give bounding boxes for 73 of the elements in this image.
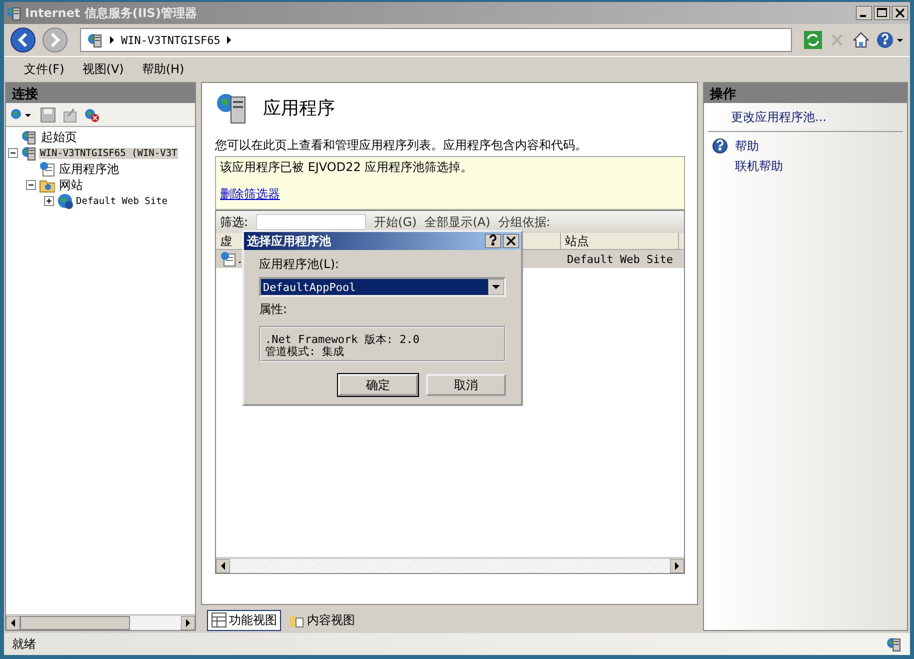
breadcrumb-item[interactable]: WIN-V3TNTGISF65: [121, 34, 220, 46]
server-globe-icon: [6, 5, 22, 21]
help-icon[interactable]: [876, 31, 904, 49]
dialog-title: 选择应用程序池: [247, 232, 331, 250]
property-text: .Net Framework 版本: 2.0: [265, 334, 420, 346]
chevron-icon: [226, 36, 232, 44]
minimize-button[interactable]: [856, 6, 872, 20]
collapse-icon[interactable]: [8, 148, 19, 158]
tree-item[interactable]: Default Web Site: [75, 196, 169, 206]
server-globe-icon: [886, 636, 902, 652]
scrollbar[interactable]: [216, 557, 684, 573]
tree-item[interactable]: 网站: [57, 176, 85, 194]
notice-text: 该应用程序已被 EJVOD22 应用程序池筛选掉。: [220, 159, 474, 176]
table-cell-text: Default Web Site: [566, 252, 673, 266]
panel-title: 操作: [704, 83, 907, 103]
panel-title: 连接: [6, 83, 195, 103]
save-icon[interactable]: [40, 106, 56, 122]
action-link[interactable]: 帮助: [735, 138, 759, 154]
page-title: 应用程序: [263, 97, 335, 120]
description-text: 您可以在此页上查看和管理应用程序列表。应用程序包含内容和代码。: [215, 137, 588, 154]
column-header[interactable]: 站点: [561, 233, 679, 249]
collapse-icon[interactable]: [26, 180, 37, 190]
status-text: 就绪: [12, 636, 36, 652]
view-tab[interactable]: 功能视图: [207, 610, 281, 630]
scroll-left-icon[interactable]: [6, 616, 20, 630]
cancel-button[interactable]: 取消: [426, 374, 506, 396]
view-tab[interactable]: 内容视图: [285, 610, 359, 630]
ok-button[interactable]: 确定: [338, 374, 418, 396]
menu-item[interactable]: 文件(F): [24, 61, 64, 78]
server-globe-icon: [21, 129, 37, 145]
tree-item[interactable]: WIN-V3TNTGISF65 (WIN-V3T: [39, 148, 178, 158]
address-field[interactable]: WIN-V3TNTGISF65: [80, 28, 792, 52]
go-button[interactable]: 开始(G): [374, 214, 417, 230]
show-all-button[interactable]: 全部显示(A): [424, 214, 490, 230]
home-icon[interactable]: [852, 31, 870, 49]
field-label: 属性:: [259, 301, 288, 318]
back-button[interactable]: [10, 27, 36, 53]
refresh-icon[interactable]: [804, 31, 822, 49]
forward-button[interactable]: [42, 27, 68, 53]
filter-label: 筛选:: [220, 214, 248, 230]
menu-item[interactable]: 视图(V): [82, 61, 124, 78]
close-button[interactable]: [892, 6, 908, 20]
scroll-right-icon[interactable]: [181, 616, 195, 630]
tree-item[interactable]: 应用程序池: [57, 160, 121, 178]
tree-item[interactable]: 起始页: [39, 128, 79, 146]
globe-icon: [57, 193, 73, 209]
scroll-left-icon[interactable]: [216, 558, 230, 572]
dropdown-arrow-icon[interactable]: [488, 279, 504, 295]
scroll-right-icon[interactable]: [670, 558, 684, 572]
maximize-button[interactable]: [874, 6, 890, 20]
document-globe-icon: [220, 251, 236, 267]
group-by-label[interactable]: 分组依据:: [498, 214, 550, 230]
scrollbar[interactable]: [6, 614, 195, 630]
action-link[interactable]: 更改应用程序池...: [731, 108, 826, 126]
table-cell: .: [238, 252, 242, 266]
help-icon: [712, 138, 728, 154]
help-button[interactable]: [485, 234, 501, 248]
action-link[interactable]: 联机帮助: [735, 158, 783, 174]
disconnect-icon[interactable]: [84, 106, 100, 122]
menu-item[interactable]: 帮助(H): [142, 61, 184, 78]
chevron-icon: [109, 36, 115, 44]
grid-icon: [211, 612, 227, 628]
remove-filter-link[interactable]: 删除筛选器: [220, 187, 280, 201]
app-pool-dropdown[interactable]: DefaultAppPool: [259, 277, 506, 297]
document-globe-icon: [39, 161, 55, 177]
close-button[interactable]: [503, 234, 519, 248]
property-text: 管道模式: 集成: [265, 346, 346, 358]
window-title: Internet 信息服务(IIS)管理器: [25, 4, 198, 22]
field-label: 应用程序池(L):: [259, 256, 340, 273]
server-globe-icon: [21, 145, 37, 161]
server-globe-icon: [87, 32, 103, 48]
expand-icon[interactable]: [44, 196, 55, 206]
filter-field[interactable]: [256, 214, 366, 230]
